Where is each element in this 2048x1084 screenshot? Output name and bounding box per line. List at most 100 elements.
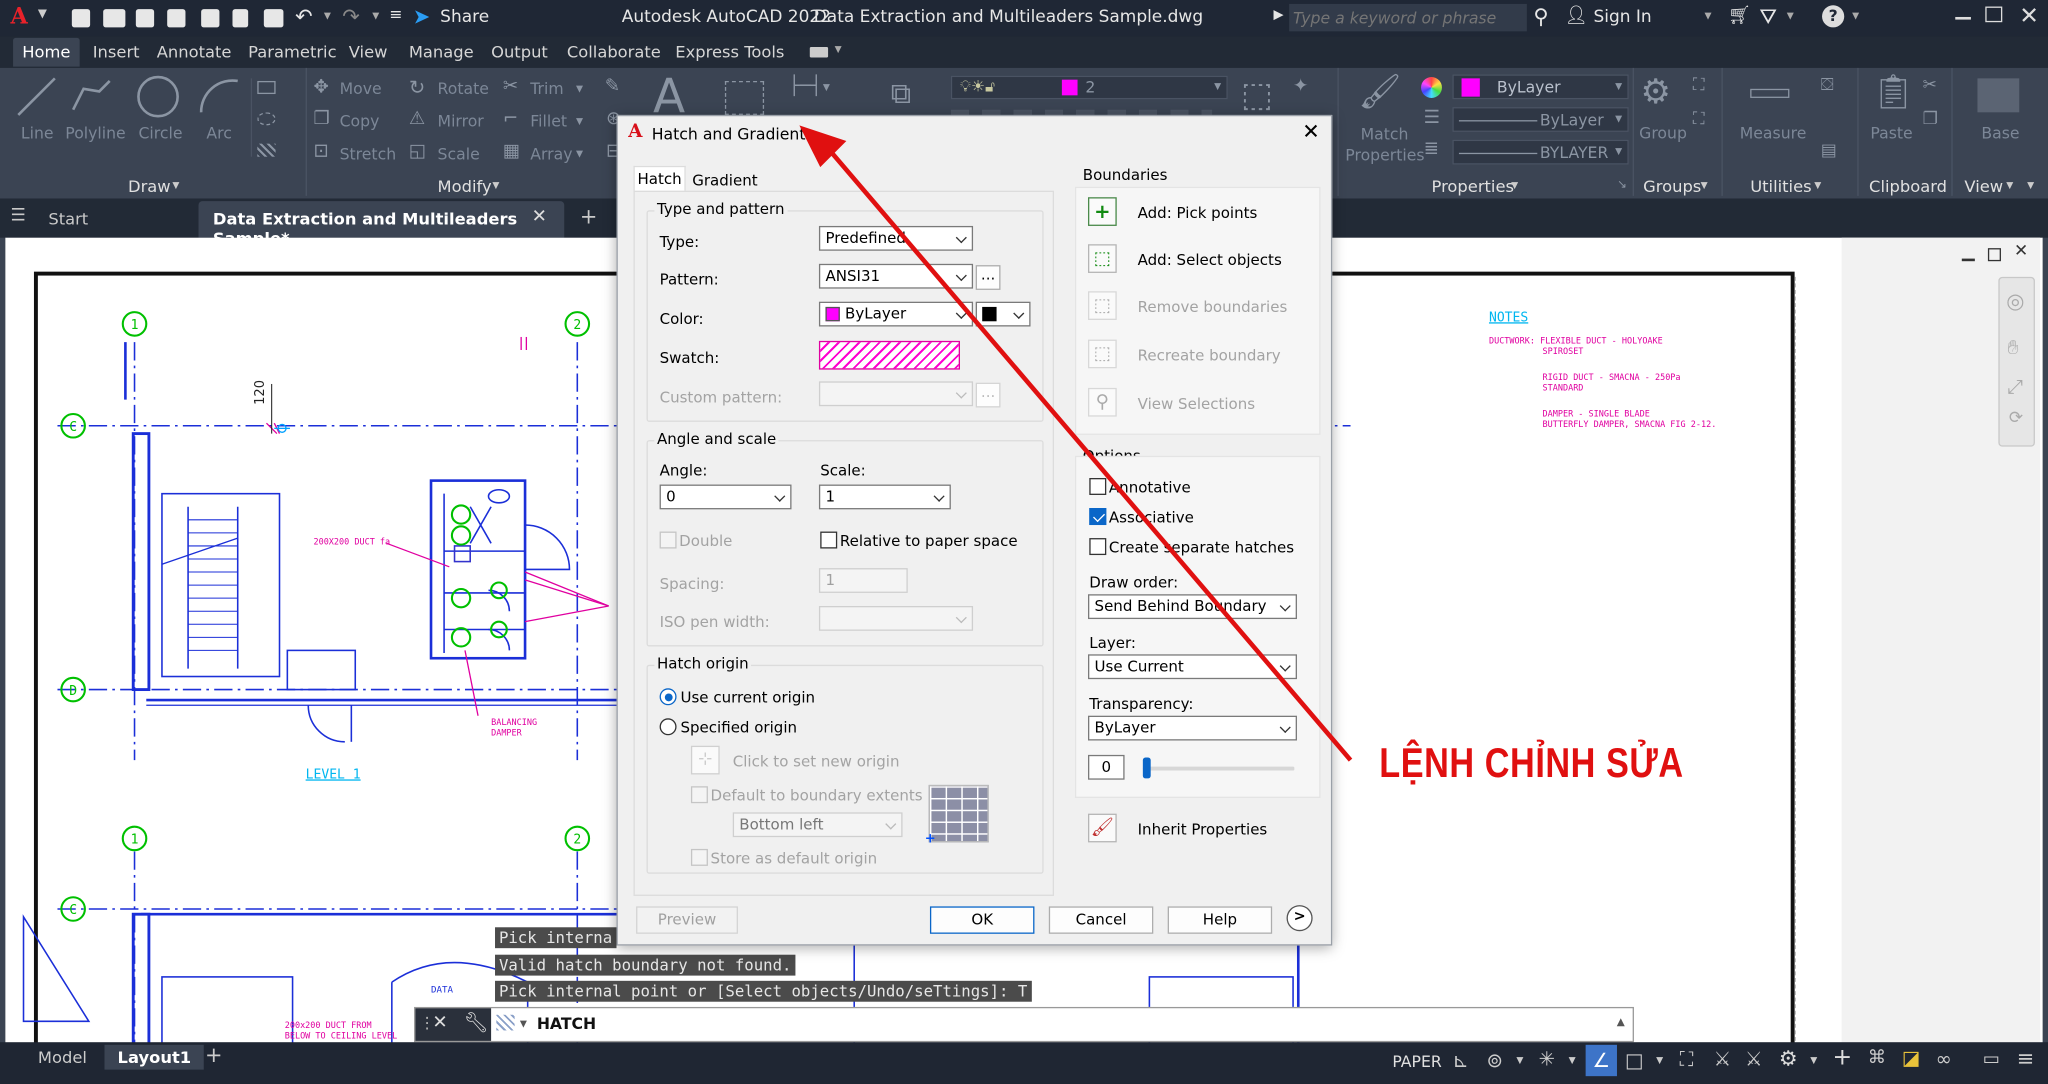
line-tool[interactable]: Line — [21, 124, 54, 142]
move-tool[interactable]: Move — [340, 80, 382, 98]
annotation-monitor-icon[interactable]: + — [1832, 1044, 1852, 1071]
modify-panel-expand-icon[interactable]: ▼ — [492, 180, 499, 190]
navigation-bar[interactable]: ◎ ✋︎ ⤢ ⟳ — [1998, 276, 2035, 447]
minimize-icon[interactable] — [1955, 16, 1971, 19]
mirror-tool[interactable]: Mirror — [438, 112, 484, 130]
mirror-icon[interactable]: ⚠ — [409, 108, 425, 129]
help-icon[interactable]: ? — [1822, 5, 1845, 28]
inherit-properties-icon[interactable]: 🖌︎ — [1087, 813, 1117, 843]
properties-panel-title[interactable]: Properties — [1432, 176, 1515, 196]
tab-manage[interactable]: Manage — [409, 42, 474, 62]
recreate-boundary-button[interactable]: Recreate boundary — [1138, 346, 1281, 364]
active-file-tab[interactable]: Data Extraction and Multileaders Sample*… — [198, 201, 565, 248]
tab-express-tools[interactable]: Express Tools — [675, 42, 784, 62]
group-button[interactable]: Group — [1639, 124, 1687, 142]
remove-boundaries-icon[interactable]: ⬚ — [1087, 291, 1117, 320]
customization-icon[interactable]: ≡ — [2017, 1046, 2035, 1071]
cart-icon[interactable]: 🛒︎ — [1728, 5, 1751, 26]
search-expand-icon[interactable]: ▶ — [1273, 8, 1283, 22]
rotate-tool[interactable]: Rotate — [438, 80, 489, 98]
maximize-icon[interactable] — [1985, 6, 2003, 23]
insert-block-icon[interactable]: ⬚ — [1241, 76, 1273, 115]
auto-scale-icon[interactable]: ⚔︎ — [1745, 1047, 1763, 1071]
groups-panel-expand-icon[interactable]: ▼ — [1701, 180, 1708, 190]
polyline-icon[interactable] — [68, 76, 115, 118]
scale-dropdown[interactable]: 1 — [818, 484, 951, 510]
sign-in-button[interactable]: Sign In — [1593, 8, 1651, 28]
block-editor-icon[interactable]: ✦ — [1293, 76, 1308, 97]
close-window-icon[interactable]: ✕ — [2019, 3, 2039, 30]
close-tab-icon[interactable]: ✕ — [532, 206, 547, 227]
preview-button[interactable]: Preview — [636, 906, 738, 934]
view-panel-expand-icon[interactable]: ▼ — [2006, 180, 2013, 190]
fillet-tool[interactable]: Fillet — [530, 112, 567, 130]
isodraft-icon[interactable]: ∠ — [1585, 1044, 1617, 1077]
custom-pattern-dropdown[interactable] — [818, 381, 974, 407]
viewport-close-icon[interactable]: ✕ — [2014, 242, 2028, 262]
viewport-minimize-icon[interactable] — [1961, 258, 1975, 261]
osnap-dropdown-icon[interactable]: ▼ — [1656, 1055, 1663, 1065]
dialog-close-icon[interactable]: ✕ — [1302, 119, 1320, 144]
erase-icon[interactable]: ✎ — [605, 76, 620, 97]
print-icon[interactable] — [263, 9, 284, 28]
recreate-boundary-icon[interactable]: ⬚ — [1087, 339, 1117, 369]
polar-tracking-icon[interactable]: ✳ — [1539, 1047, 1555, 1071]
lineweight-dropdown[interactable]: BYLAYER ▼ — [1452, 139, 1629, 165]
properties-panel-expand-icon[interactable]: ▼ — [1511, 180, 1518, 190]
measure-button[interactable]: Measure — [1740, 124, 1807, 142]
pan-icon[interactable]: ✋︎ — [2008, 336, 2019, 360]
orbit-icon[interactable]: ⟳ — [2009, 409, 2023, 429]
transparency-slider-thumb[interactable] — [1142, 757, 1151, 779]
paste-icon[interactable]: 📋︎ — [1872, 73, 1915, 112]
help-button[interactable]: Help — [1167, 906, 1273, 934]
publish-icon[interactable] — [201, 9, 220, 28]
properties-dialog-launcher-icon[interactable]: ↘ — [1617, 179, 1627, 192]
cut-icon[interactable]: ✂ — [1923, 76, 1937, 96]
draw-order-dropdown[interactable]: Send Behind Boundary — [1087, 594, 1297, 620]
transparency-value-input[interactable]: 0 — [1087, 754, 1125, 780]
ribbon-options-icon[interactable] — [809, 47, 829, 58]
redo-dropdown-icon[interactable]: ▼ — [372, 10, 379, 20]
quick-properties-icon[interactable]: ◪ — [1902, 1046, 1921, 1070]
relative-paper-space-checkbox[interactable] — [820, 531, 838, 549]
view-selections-icon[interactable]: ⚲ — [1087, 387, 1117, 417]
zoom-extents-icon[interactable]: ⤢ — [2008, 375, 2024, 399]
draw-small-tools[interactable] — [250, 78, 290, 157]
list-icon[interactable]: ☰ — [1424, 107, 1440, 128]
undo-dropdown-icon[interactable]: ▼ — [324, 10, 331, 20]
units-icon[interactable]: ⌘ — [1868, 1047, 1886, 1068]
copy-clip-icon[interactable]: ❐ — [1923, 110, 1938, 130]
circle-icon[interactable] — [135, 73, 182, 120]
arc-icon[interactable] — [196, 76, 243, 118]
autocad-logo-icon[interactable]: A — [10, 4, 27, 30]
app-dropdown-icon[interactable]: ▼ — [1787, 10, 1794, 20]
start-tab[interactable]: Start — [48, 209, 88, 229]
add-layout-icon[interactable]: + — [205, 1042, 223, 1067]
snap-dropdown-icon[interactable]: ▼ — [1516, 1055, 1523, 1065]
tab-view[interactable]: View — [349, 42, 388, 62]
base-view-icon[interactable] — [1977, 78, 2020, 113]
layer-dropdown-dialog[interactable]: Use Current — [1087, 654, 1297, 680]
help-dropdown-icon[interactable]: ▼ — [1852, 10, 1859, 20]
match-properties-button[interactable]: Match Properties — [1345, 124, 1424, 166]
annotation-visibility-icon[interactable]: ⚔︎ — [1714, 1047, 1732, 1071]
boundary-position-dropdown[interactable]: Bottom left — [732, 812, 903, 838]
new-file-icon[interactable] — [71, 9, 91, 28]
tab-parametric[interactable]: Parametric — [248, 42, 336, 62]
layer-dropdown[interactable]: 💡︎☀︎🔓︎ 2 ▼ — [950, 75, 1228, 100]
fillet-icon[interactable]: ⌐ — [503, 108, 518, 129]
grid-snap-icon[interactable]: ⊾ — [1452, 1049, 1468, 1073]
stretch-tool[interactable]: Stretch — [340, 145, 397, 163]
groups-panel-title[interactable]: Groups — [1643, 176, 1701, 196]
spacing-input[interactable]: 1 — [818, 568, 908, 593]
save-icon[interactable] — [135, 9, 155, 28]
utilities-panel-title[interactable]: Utilities — [1750, 176, 1811, 196]
annotative-checkbox[interactable] — [1089, 478, 1107, 495]
draw-panel-expand-icon[interactable]: ▼ — [172, 180, 179, 190]
group-icon[interactable]: ⚙︎ — [1640, 73, 1670, 112]
cancel-button[interactable]: Cancel — [1048, 906, 1154, 934]
command-input[interactable]: HATCH — [537, 1015, 596, 1033]
transparency-slider-track[interactable] — [1142, 766, 1295, 771]
create-separate-hatches-checkbox[interactable] — [1089, 538, 1107, 556]
undo-icon[interactable]: ↶ — [295, 4, 313, 29]
